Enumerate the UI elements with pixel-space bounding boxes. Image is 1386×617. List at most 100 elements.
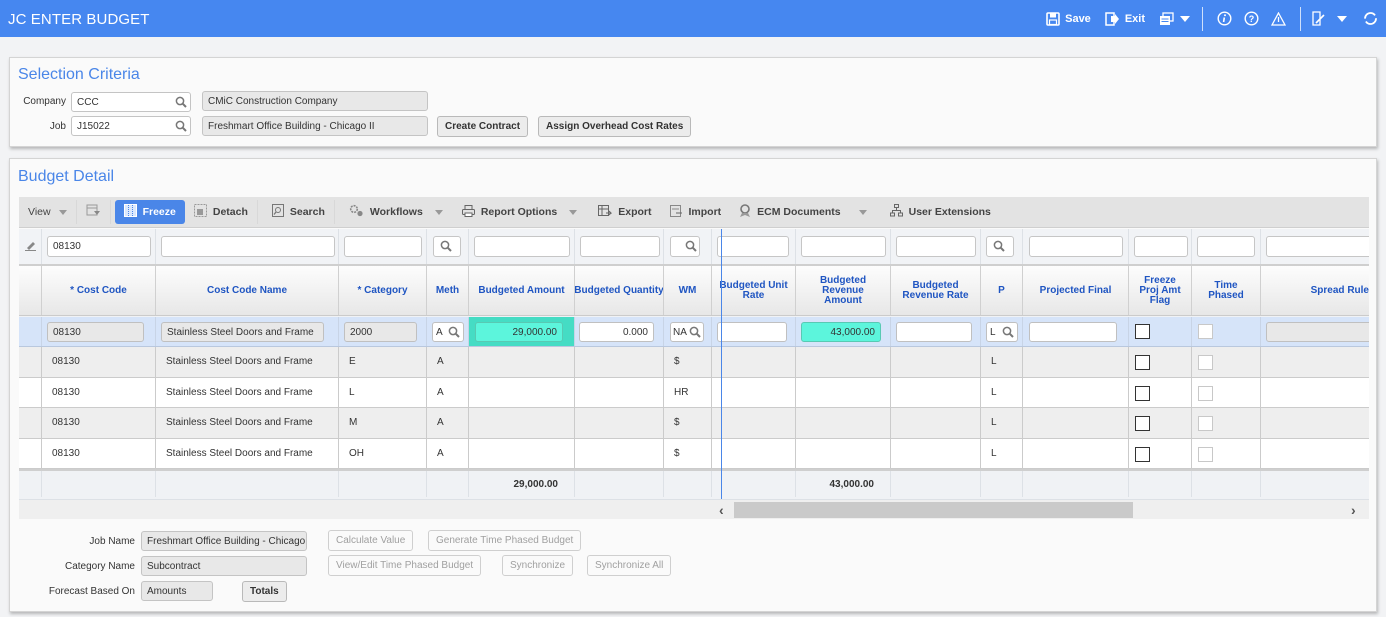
table-row[interactable]: 08130 Stainless Steel Doors and Frame E A $ L (19, 347, 1369, 378)
synchronize-button[interactable]: Synchronize (502, 555, 574, 576)
clear-filter-button[interactable] (19, 229, 42, 264)
col-meth[interactable]: Meth (427, 266, 469, 315)
col-category[interactable]: * Category (339, 266, 427, 315)
totals-button[interactable]: Totals (242, 581, 287, 602)
assign-overhead-cost-rates-button[interactable]: Assign Overhead Cost Rates (538, 116, 692, 137)
filter-budgeted-revenue-amount-input[interactable] (801, 236, 886, 257)
col-cost-code-name[interactable]: Cost Code Name (156, 266, 339, 315)
row-selector[interactable] (19, 317, 42, 346)
save-button[interactable]: Save (1046, 11, 1091, 26)
filter-spread-rule-input[interactable] (1266, 236, 1369, 257)
projected-final-input[interactable] (1029, 322, 1117, 342)
freeze-proj-amt-flag-checkbox[interactable] (1135, 416, 1150, 431)
col-time-phased[interactable]: Time Phased (1192, 266, 1261, 315)
row-selector[interactable] (19, 377, 42, 407)
filter-wm-lookup[interactable] (670, 236, 700, 257)
table-row[interactable]: 08130 Stainless Steel Doors and Frame OH A $… (19, 438, 1369, 469)
synchronize-all-button[interactable]: Synchronize All (587, 555, 672, 576)
scroll-right-icon[interactable]: › (1351, 502, 1356, 518)
col-cost-code[interactable]: * Cost Code (42, 266, 156, 315)
exit-button[interactable]: Exit (1105, 11, 1145, 26)
time-phased-checkbox[interactable] (1198, 416, 1213, 431)
search-button[interactable]: Search (258, 200, 334, 224)
filter-cost-code-input[interactable]: 08130 (47, 236, 151, 257)
table-row[interactable]: 08130 Stainless Steel Doors and Frame M A $ L (19, 408, 1369, 439)
col-budgeted-amount[interactable]: Budgeted Amount (469, 266, 575, 315)
col-budgeted-unit-rate[interactable]: Budgeted Unit Rate (712, 266, 796, 315)
view-edit-time-phased-budget-button[interactable]: View/Edit Time Phased Budget (328, 555, 482, 576)
info-button[interactable] (1217, 11, 1232, 26)
cost-code-field[interactable]: 08130 (47, 322, 144, 342)
ecm-documents-menu[interactable]: ECM Documents (730, 200, 875, 224)
col-p[interactable]: P (981, 266, 1023, 315)
calculate-value-button[interactable]: Calculate Value (328, 530, 414, 551)
user-extensions-button[interactable]: User Extensions (876, 200, 1000, 224)
edit-menu-button[interactable] (1311, 11, 1347, 26)
spread-rule-field[interactable] (1266, 322, 1369, 342)
scroll-left-icon[interactable]: ‹ (719, 502, 724, 518)
help-button[interactable]: ? (1244, 11, 1259, 26)
job-input[interactable]: J15022 (71, 116, 191, 136)
budgeted-revenue-rate-input[interactable] (896, 322, 972, 342)
col-budgeted-revenue-rate[interactable]: Budgeted Revenue Rate (891, 266, 981, 315)
col-projected-final[interactable]: Projected Final (1023, 266, 1129, 315)
freeze-proj-amt-flag-checkbox[interactable] (1135, 355, 1150, 370)
freeze-button[interactable]: Freeze (114, 200, 185, 224)
budgeted-amount-input[interactable]: 29,000.00 (475, 322, 563, 342)
wm-lookup[interactable]: NA (670, 322, 704, 342)
time-phased-checkbox[interactable] (1198, 324, 1213, 339)
search-icon[interactable] (175, 120, 187, 135)
filter-category-input[interactable] (344, 236, 422, 257)
freeze-proj-amt-flag-checkbox[interactable] (1135, 324, 1150, 339)
meth-lookup[interactable]: A (432, 322, 464, 342)
row-selector[interactable] (19, 408, 42, 438)
table-row[interactable]: 08130 Stainless Steel Doors and Frame L A HR… (19, 377, 1369, 408)
horizontal-scrollbar[interactable]: ‹ › (19, 499, 1369, 519)
filter-budgeted-quantity-input[interactable] (580, 236, 660, 257)
filter-meth-lookup[interactable] (433, 236, 461, 257)
detach-button[interactable]: Detach (185, 200, 257, 224)
filter-button[interactable] (77, 200, 110, 224)
alerts-button[interactable] (1271, 11, 1286, 26)
p-lookup[interactable]: L (986, 322, 1018, 342)
col-budgeted-quantity[interactable]: Budgeted Quantity (575, 266, 664, 315)
filter-p-lookup[interactable] (986, 236, 1014, 257)
col-spread-rule[interactable]: Spread Rule (1261, 266, 1369, 315)
time-phased-checkbox[interactable] (1198, 385, 1213, 401)
view-menu[interactable]: View (19, 200, 76, 224)
scrollbar-thumb[interactable] (734, 502, 1133, 518)
table-row-selected[interactable]: 08130 Stainless Steel Doors and Frame 20… (19, 317, 1369, 347)
windows-menu-button[interactable] (1159, 11, 1190, 26)
row-selector[interactable] (19, 438, 42, 468)
refresh-button[interactable] (1363, 11, 1378, 26)
generate-time-phased-budget-button[interactable]: Generate Time Phased Budget (428, 530, 582, 551)
workflows-menu[interactable]: Workflows (335, 200, 452, 224)
time-phased-checkbox[interactable] (1198, 446, 1213, 462)
filter-time-phased-input[interactable] (1197, 236, 1255, 257)
budgeted-quantity-input[interactable]: 0.000 (579, 322, 654, 342)
col-wm[interactable]: WM (664, 266, 712, 315)
budgeted-revenue-amount-input[interactable]: 43,000.00 (801, 322, 881, 342)
time-phased-checkbox[interactable] (1198, 355, 1213, 370)
create-contract-button[interactable]: Create Contract (437, 116, 529, 137)
freeze-proj-amt-flag-checkbox[interactable] (1135, 446, 1150, 462)
filter-cost-code-name-input[interactable] (161, 236, 335, 257)
import-button[interactable]: Import (661, 200, 731, 224)
filter-budgeted-revenue-rate-input[interactable] (896, 236, 976, 257)
row-selector[interactable] (19, 347, 42, 377)
filter-row: 08130 (19, 229, 1369, 266)
col-budgeted-revenue-amount[interactable]: Budgeted Revenue Amount (796, 266, 891, 315)
budgeted-unit-rate-input[interactable] (717, 322, 787, 342)
col-freeze-proj-amt-flag[interactable]: Freeze Proj Amt Flag (1129, 266, 1192, 315)
search-icon[interactable] (175, 96, 187, 111)
export-button[interactable]: Export (586, 200, 660, 224)
cost-code-name-field[interactable]: Stainless Steel Doors and Frame (161, 322, 324, 342)
filter-projected-final-input[interactable] (1029, 236, 1123, 257)
filter-budgeted-amount-input[interactable] (474, 236, 570, 257)
filter-freeze-flag-input[interactable] (1134, 236, 1188, 257)
company-input[interactable]: CCC (71, 92, 191, 112)
filter-budgeted-unit-rate-input[interactable] (717, 236, 789, 257)
category-field[interactable]: 2000 (344, 322, 417, 342)
report-options-menu[interactable]: Report Options (452, 200, 586, 224)
freeze-proj-amt-flag-checkbox[interactable] (1135, 385, 1150, 401)
